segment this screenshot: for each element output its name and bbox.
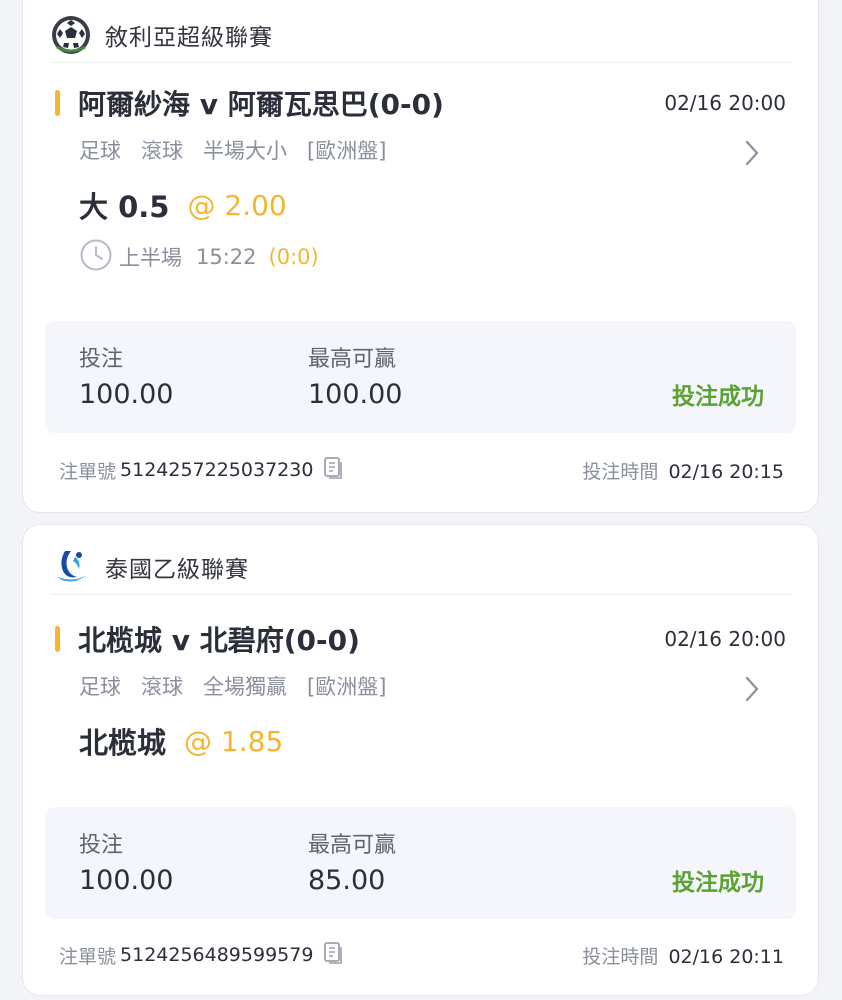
league-name: 敘利亞超級聯賽 [105, 24, 273, 51]
accent-bar [55, 90, 60, 116]
bet-time-value: 02/16 20:15 [668, 460, 784, 483]
soccer-ball-icon [51, 15, 91, 55]
bet-footer: 注單號 5124256489599579 投注時間 02/16 20:11 [59, 937, 784, 973]
match-title: 阿爾紗海 v 阿爾瓦思巴(0-0) [78, 88, 444, 121]
bet-time-label: 投注時間 [582, 945, 659, 968]
match-time: 02/16 20:00 [664, 91, 786, 115]
max-win-label: 最高可贏 [308, 347, 397, 372]
status-badge: 投注成功 [672, 384, 764, 410]
odds-format-label: [歐洲盤] [307, 675, 387, 699]
market-info: 足球 滾球 半場大小 [歐洲盤] [79, 133, 788, 167]
league-name: 泰國乙級聯賽 [105, 556, 249, 583]
bet-time-group: 投注時間 02/16 20:11 [582, 942, 784, 969]
bet-card: 泰國乙級聯賽 北榄城 v 北碧府(0-0) 02/16 20:00 足球 滾球 … [22, 524, 819, 996]
max-win-label: 最高可贏 [308, 833, 397, 858]
accent-bar [55, 626, 60, 652]
stake-summary: 投注 100.00 最高可贏 100.00 投注成功 [45, 321, 796, 433]
league-header: 敘利亞超級聯賽 [51, 7, 792, 63]
pick-odds: @ 1.85 [184, 724, 284, 758]
bet-time-value: 02/16 20:11 [668, 945, 784, 968]
pick-selection: 大 0.5 [79, 190, 170, 224]
live-score: (0:0) [268, 245, 319, 269]
mode-label: 滾球 [141, 139, 183, 163]
stake-value: 100.00 [79, 379, 174, 410]
chevron-right-icon[interactable] [744, 139, 760, 172]
copy-icon[interactable] [323, 941, 343, 970]
pick-selection: 北榄城 [79, 726, 167, 760]
bet-footer: 注單號 5124257225037230 投注時間 02/16 20:15 [59, 452, 784, 488]
pick-row: 北榄城 @ 1.85 [79, 717, 283, 765]
live-status: 上半場 15:22 (0:0) [79, 239, 319, 275]
order-number: 5124256489599579 [120, 944, 314, 966]
chevron-right-icon[interactable] [744, 675, 760, 708]
order-label: 注單號 [59, 945, 117, 968]
order-label: 注單號 [59, 460, 117, 483]
market-type-label: 全場獨贏 [203, 675, 287, 699]
odds-format-label: [歐洲盤] [307, 139, 387, 163]
stake-value: 100.00 [79, 865, 174, 896]
thai-league-logo-icon [51, 547, 91, 587]
stake-label: 投注 [79, 347, 124, 372]
stake-summary: 投注 100.00 最高可贏 85.00 投注成功 [45, 807, 796, 919]
match-time: 02/16 20:00 [664, 627, 786, 651]
order-number: 5124257225037230 [120, 459, 314, 481]
period-label: 上半場 [119, 246, 182, 270]
mode-label: 滾球 [141, 675, 183, 699]
pick-row: 大 0.5 @ 2.00 [79, 181, 287, 229]
game-clock: 15:22 [196, 245, 257, 269]
bet-time-group: 投注時間 02/16 20:15 [582, 457, 784, 484]
clock-icon [79, 238, 113, 277]
max-win-value: 100.00 [308, 379, 403, 410]
sport-label: 足球 [79, 675, 121, 699]
stake-label: 投注 [79, 833, 124, 858]
pick-odds: @ 2.00 [187, 188, 287, 222]
bet-card: 敘利亞超級聯賽 阿爾紗海 v 阿爾瓦思巴(0-0) 02/16 20:00 足球… [22, 0, 819, 513]
max-win-value: 85.00 [308, 865, 386, 896]
sport-label: 足球 [79, 139, 121, 163]
league-header: 泰國乙級聯賽 [51, 539, 792, 595]
bet-time-label: 投注時間 [582, 460, 659, 483]
market-type-label: 半場大小 [203, 139, 287, 163]
market-info: 足球 滾球 全場獨贏 [歐洲盤] [79, 669, 788, 703]
status-badge: 投注成功 [672, 870, 764, 896]
match-title: 北榄城 v 北碧府(0-0) [78, 624, 360, 657]
copy-icon[interactable] [323, 456, 343, 485]
